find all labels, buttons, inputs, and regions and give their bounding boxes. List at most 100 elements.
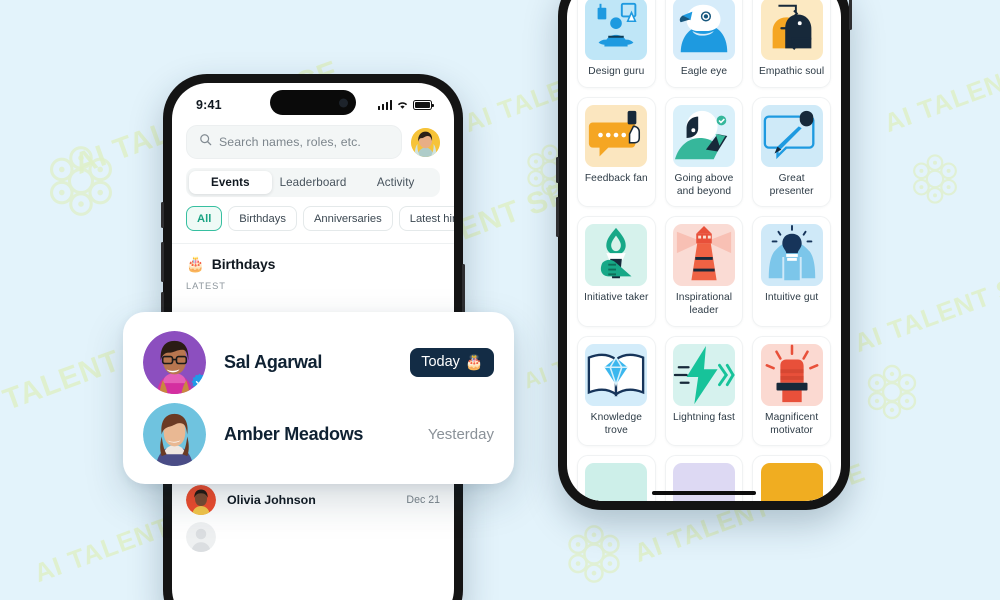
status-badge: Yesterday	[427, 425, 494, 443]
page-title: Birthdays	[211, 256, 276, 272]
filter-chip-all[interactable]: All	[186, 206, 223, 231]
person-name: Olivia Johnson	[227, 493, 316, 507]
filter-chip-row: All Birthdays Anniversaries Latest hires	[172, 197, 454, 231]
badge-label: Feedback fan	[584, 172, 648, 184]
tab-leaderboard[interactable]: Leaderboard	[272, 171, 355, 194]
eagle-icon	[672, 0, 735, 60]
two-heads-icon	[760, 0, 823, 60]
right-phone-mockup: Design guru Eagle eye Empathic soul Feed…	[556, 0, 852, 510]
tab-activity[interactable]: Activity	[354, 171, 437, 194]
volume-up-button[interactable]	[161, 202, 164, 228]
power-button[interactable]	[849, 0, 852, 30]
badge-art-partial	[672, 463, 735, 501]
badge-label: Initiative taker	[584, 292, 649, 304]
badge-label: Eagle eye	[680, 66, 728, 77]
badge-card[interactable]: Inspirational leader	[664, 216, 744, 327]
front-camera-icon	[339, 98, 348, 107]
person-date: Dec 21	[406, 494, 440, 506]
dynamic-island	[270, 90, 356, 115]
avatar	[143, 402, 206, 466]
search-input[interactable]: Search names, roles, etc.	[186, 125, 402, 159]
badge-art-partial	[585, 463, 648, 501]
lightning-icon	[672, 343, 735, 406]
status-label: Today	[421, 354, 460, 370]
badge-card[interactable]: Lightning fast	[664, 335, 744, 447]
badge-card[interactable]: Empathic soul	[752, 0, 831, 88]
watermark-logo-icon	[906, 150, 964, 208]
badge-label: Design guru	[588, 66, 645, 77]
search-row: Search names, roles, etc.	[172, 121, 454, 159]
birthday-highlight-card: Sal Agarwal Today 🎂 Amber Meadows Yester…	[123, 312, 514, 484]
badge-card[interactable]: Knowledge trove	[577, 335, 656, 447]
badge-art-partial	[760, 463, 823, 501]
avatar	[143, 330, 206, 394]
volume-down-button[interactable]	[556, 197, 559, 237]
birthday-row-today[interactable]: Sal Agarwal Today 🎂	[143, 330, 494, 394]
watermark-text: AI TALENT SPACE	[880, 27, 1000, 139]
badge-card[interactable]: Design guru	[577, 0, 656, 88]
cellular-signal-icon	[377, 100, 392, 110]
lighthouse-icon	[672, 224, 735, 287]
volume-down-button[interactable]	[161, 242, 164, 282]
status-badge: Today 🎂	[410, 347, 494, 377]
tab-events[interactable]: Events	[189, 171, 272, 194]
badge-label: Empathic soul	[759, 66, 825, 77]
avatar	[186, 522, 216, 552]
microphone-icon	[760, 104, 823, 167]
badge-label: Lightning fast	[672, 411, 735, 423]
status-bar: 9:41	[172, 83, 454, 121]
badge-card[interactable]: Magnificent motivator	[752, 335, 831, 447]
filter-chip-anniversaries[interactable]: Anniversaries	[302, 206, 393, 231]
badge-label: Intuitive gut	[764, 292, 819, 304]
rocket-person-icon	[672, 104, 735, 167]
badge-card[interactable]: Eagle eye	[664, 0, 744, 88]
raised-fist-icon	[760, 343, 823, 406]
status-text-wrap: Yesterday	[428, 426, 494, 443]
badge-grid: Design guru Eagle eye Empathic soul Feed…	[567, 0, 841, 501]
search-placeholder: Search names, roles, etc.	[219, 135, 361, 149]
status-icons	[377, 100, 434, 110]
watermark-layer: AI TALENT SPACEAI TALENT SPACEAI TALENT …	[0, 0, 1000, 600]
torch-icon	[585, 224, 648, 287]
latest-label: LATEST	[186, 281, 226, 291]
list-item[interactable]	[172, 515, 454, 552]
battery-full-icon	[413, 100, 434, 110]
badge-label: Magnificent motivator	[765, 411, 819, 436]
tab-bar: Events Leaderboard Activity	[186, 168, 440, 197]
badge-card-partial[interactable]	[577, 455, 656, 501]
person-name: Sal Agarwal	[224, 351, 323, 372]
birthday-cake-icon: 🎂	[186, 255, 205, 273]
filter-chip-latest-hires[interactable]: Latest hires	[398, 206, 454, 231]
meditation-design-icon	[585, 0, 648, 60]
person-name: Amber Meadows	[224, 423, 364, 444]
avatar	[186, 485, 216, 515]
avatar[interactable]	[411, 127, 440, 157]
badge-label: Great presenter	[769, 172, 814, 197]
filter-chip-birthdays[interactable]: Birthdays	[228, 206, 297, 231]
home-indicator[interactable]	[652, 490, 756, 495]
section-header-birthdays: 🎂 Birthdays	[172, 244, 454, 272]
status-badge-wrap: Today 🎂	[410, 347, 494, 377]
badge-label: Inspirational leader	[675, 292, 733, 316]
watermark-text: AI TALENT SPACE	[850, 246, 1000, 359]
watermark-logo-icon	[40, 140, 122, 222]
badge-card[interactable]: Initiative taker	[577, 216, 656, 327]
badge-card[interactable]: Feedback fan	[577, 96, 656, 208]
status-time: 9:41	[196, 98, 222, 112]
book-diamond-icon	[585, 343, 648, 406]
watermark-logo-icon	[560, 520, 628, 588]
badge-card[interactable]: Going above and beyond	[664, 96, 744, 208]
speech-stars-icon	[585, 104, 648, 167]
birthday-row-yesterday[interactable]: Amber Meadows Yesterday	[143, 402, 494, 466]
verified-badge-icon	[191, 373, 206, 390]
lightbulb-body-icon	[760, 224, 823, 287]
badge-card[interactable]: Intuitive gut	[752, 216, 831, 327]
search-icon	[199, 133, 212, 151]
badge-card[interactable]: Great presenter	[752, 96, 831, 208]
birthday-cake-icon: 🎂	[464, 354, 483, 371]
volume-up-button[interactable]	[556, 157, 559, 183]
wifi-icon	[396, 100, 409, 110]
right-phone-screen: Design guru Eagle eye Empathic soul Feed…	[567, 0, 841, 501]
watermark-logo-icon	[860, 360, 924, 424]
badge-card-partial[interactable]	[752, 455, 831, 501]
